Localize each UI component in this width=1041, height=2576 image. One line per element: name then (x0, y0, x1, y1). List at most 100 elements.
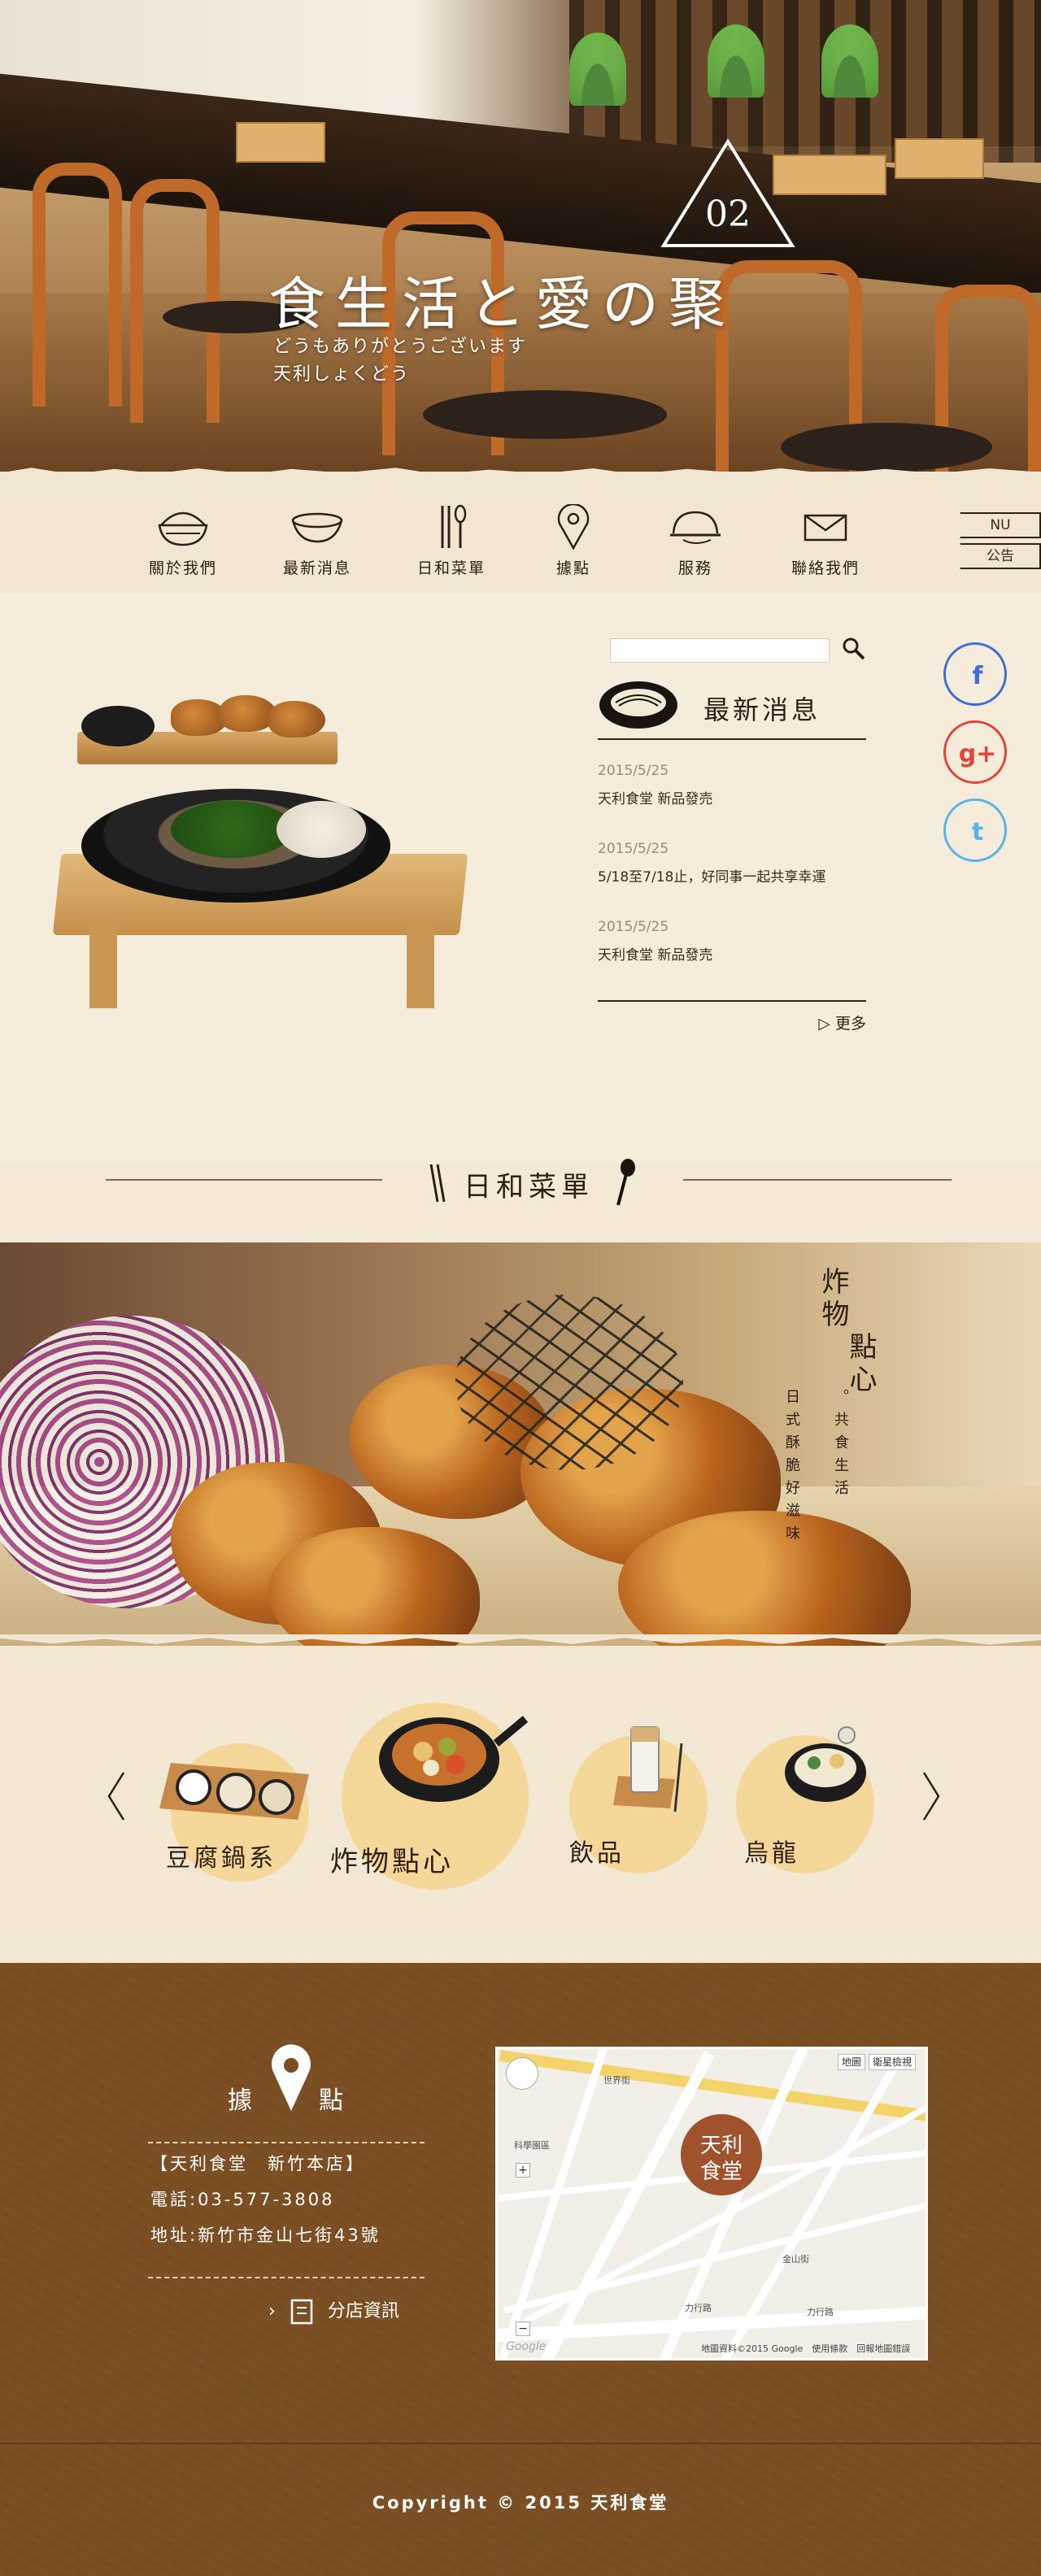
location-pin-icon (272, 2044, 311, 2111)
chopsticks-icon (429, 1164, 446, 1203)
greens (171, 801, 293, 858)
nav-item-menu[interactable]: 日和菜單 (399, 504, 504, 577)
locations-title: 據 (228, 2086, 252, 2115)
main-nav: 關於我們 最新消息 日和菜單 據點 服務 聯絡我們 (0, 468, 1041, 594)
news-header: 最新消息 (598, 675, 866, 740)
sauce-dish (81, 706, 155, 746)
hero-subtitle-line: 天利しょくどう (273, 364, 411, 385)
carousel-item-label: 炸物點心 (330, 1846, 454, 1878)
banner-tagline: 。共食生活 (832, 1389, 849, 1503)
notice-tab-label: 公告 (960, 543, 1041, 569)
menu-carousel: 豆腐鍋系 炸物點心 飲品 烏龍 (0, 1646, 1041, 1963)
branch-info-label: 分店資訊 (327, 2301, 399, 2321)
carousel-item-drinks[interactable]: 飲品 (561, 1703, 716, 1906)
banner-tagline: 日式酥脆好滋味 (783, 1389, 800, 1548)
nav-item-label: 聯絡我們 (791, 559, 860, 577)
notice-tab[interactable]: NU 公告 (960, 512, 1041, 574)
map-attribution[interactable]: 地圖資料©2015 Google 使用條款 回報地圖錯誤 (701, 2342, 910, 2355)
search-input[interactable] (610, 638, 830, 663)
tray-leg (89, 919, 117, 1008)
nav-item-label: 據點 (555, 559, 590, 577)
news-section: 最新消息 2015/5/25 天利食堂 新品發売 2015/5/25 5/18至… (0, 594, 1041, 1163)
news-item[interactable]: 2015/5/25 天利食堂 新品發売 (598, 755, 866, 833)
search-icon[interactable] (839, 634, 869, 664)
map-store-badge: 天利 食堂 (681, 2114, 762, 2195)
carousel-item-fried-snacks[interactable]: 炸物點心 (330, 1670, 537, 1914)
tray-leg (407, 919, 434, 1008)
zoom-in-button[interactable]: + (516, 2163, 530, 2178)
spoon-icon (616, 1159, 635, 1206)
twitter-button[interactable]: t (943, 798, 1007, 862)
map-street-label: 力行路 (685, 2303, 712, 2313)
facebook-button[interactable]: f (943, 642, 1007, 706)
map-road (503, 2197, 926, 2314)
googleplus-icon: g+ (958, 740, 997, 768)
hero-badge-number: 02 (705, 194, 751, 235)
news-item[interactable]: 2015/5/25 天利食堂 新品發売 (598, 911, 866, 989)
branch-info-link[interactable]: › 分店資訊 (268, 2296, 431, 2332)
plant-decoration (569, 33, 626, 106)
seaweed-topping (455, 1295, 683, 1470)
map-badge-label: 食堂 (699, 2160, 743, 2184)
featured-meal-image (33, 651, 488, 1025)
nav-item-label: 關於我們 (148, 559, 217, 577)
carousel-item-label: 烏龍 (744, 1839, 799, 1868)
fried-snacks-banner: 炸物 點心 。共食生活 日式酥脆好滋味 (0, 1242, 1041, 1646)
drink-glass-icon (613, 1726, 683, 1812)
news-footer: ▷ 更多 (598, 1000, 866, 1036)
locations-header: 據 點 (228, 2044, 358, 2117)
notice-tab-label: NU (960, 512, 1041, 538)
carousel-item-label: 豆腐鍋系 (166, 1844, 277, 1873)
chevron-left-icon[interactable] (104, 1768, 128, 1825)
satellite-type-button[interactable]: 衛星檢視 (869, 2054, 917, 2070)
hero-subtitle: どうもありがとうございます 天利しょくどう (273, 333, 527, 389)
locations-title: 點 (319, 2086, 343, 2115)
nav-item-contact[interactable]: 聯絡我們 (773, 504, 878, 577)
rice-bowl-icon (158, 511, 208, 546)
banner-title-line: 炸物 (817, 1267, 849, 1332)
napkin-box (895, 138, 984, 179)
google-logo: Google (506, 2340, 547, 2353)
hero-banner: 02 食生活と愛の聚 どうもありがとうございます 天利しょくどう (0, 0, 1041, 472)
dashed-divider (148, 2142, 425, 2143)
copyright: Copyright © 2015 天利食堂 (372, 2493, 669, 2513)
nav-item-about[interactable]: 關於我們 (130, 504, 236, 577)
map-type-button[interactable]: 地圖 (838, 2054, 866, 2070)
dashed-divider (148, 2277, 425, 2278)
map-street-label: 金山街 (782, 2254, 809, 2265)
map-street-label: 世界街 (603, 2075, 630, 2086)
footer-divider (0, 2443, 1041, 2444)
chair (130, 179, 220, 423)
nav-item-locations[interactable]: 據點 (520, 504, 626, 577)
more-link[interactable]: ▷ 更多 (818, 1012, 866, 1033)
news-date: 2015/5/25 (598, 763, 669, 779)
chevron-right-icon[interactable] (919, 1768, 943, 1825)
hero-subtitle-line: どうもありがとうございます (273, 337, 528, 357)
store-address: 地址:新竹市金山七街43號 (150, 2226, 381, 2245)
location-map[interactable]: 世界街 金山街 力行路 力行路 科學園區 天利 食堂 + − 地圖 衛星檢視 G… (495, 2047, 928, 2361)
nav-item-service[interactable]: 服務 (642, 504, 748, 577)
carousel-item-tofu-pot[interactable]: 豆腐鍋系 (155, 1719, 325, 1898)
divider (106, 1179, 382, 1181)
book-icon (290, 2299, 313, 2325)
news-date: 2015/5/25 (598, 841, 669, 857)
udon-bowl-icon (785, 1726, 866, 1802)
map-pan-control[interactable] (506, 2057, 538, 2090)
zoom-out-button[interactable]: − (516, 2321, 530, 2336)
carousel-item-label: 飲品 (569, 1839, 625, 1868)
location-pin-icon (557, 504, 590, 550)
news-item[interactable]: 2015/5/25 5/18至7/18止，好同事一起共享幸運 (598, 833, 866, 911)
footer: 據 點 【天利食堂 新竹本店】 電話:03-577-3808 地址:新竹市金山七… (0, 1963, 1041, 2576)
menu-section-title: 日和菜單 (464, 1171, 594, 1203)
news-date: 2015/5/25 (598, 919, 669, 935)
store-info: 【天利食堂 新竹本店】 電話:03-577-3808 地址:新竹市金山七街43號 (150, 2146, 427, 2253)
chair (33, 163, 122, 407)
carousel-item-udon[interactable]: 烏龍 (728, 1703, 891, 1906)
nav-item-label: 服務 (677, 559, 712, 577)
hero-number-badge: 02 (659, 137, 797, 250)
more-label: 更多 (834, 1015, 866, 1033)
news-text: 天利食堂 新品發売 (598, 947, 713, 964)
nav-item-news[interactable]: 最新消息 (264, 504, 370, 577)
facebook-icon: f (972, 662, 983, 690)
googleplus-button[interactable]: g+ (943, 720, 1007, 784)
